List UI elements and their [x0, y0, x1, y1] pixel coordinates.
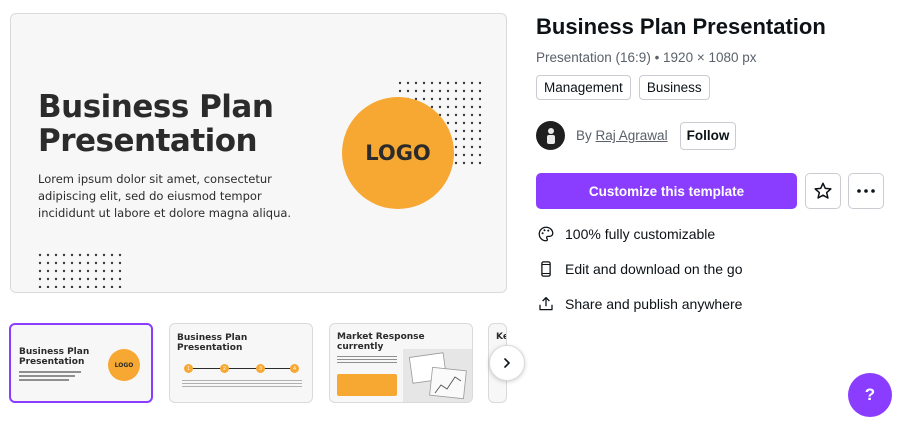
author-byline: By Raj Agrawal	[576, 128, 668, 143]
author-prefix: By	[576, 128, 592, 143]
slide-title: Business Plan Presentation	[38, 89, 274, 159]
step-marker: 1	[184, 364, 193, 373]
thumbnail-text-lines	[19, 371, 81, 383]
customize-template-button[interactable]: Customize this template	[536, 173, 797, 209]
thumbnail-title: Ke	[496, 332, 506, 342]
feature-label: 100% fully customizable	[565, 226, 716, 242]
author-link[interactable]: Raj Agrawal	[596, 128, 668, 143]
thumbnail-text-lines	[337, 356, 397, 365]
slide-body: Lorem ipsum dolor sit amet, consectetur …	[38, 172, 292, 220]
feature-edit-download: Edit and download on the go	[536, 259, 742, 279]
dot-pattern-bottom	[38, 253, 122, 288]
step-marker: 2	[220, 364, 229, 373]
more-options-button[interactable]	[848, 173, 884, 209]
avatar[interactable]	[536, 121, 565, 150]
follow-button[interactable]: Follow	[679, 121, 737, 150]
thumbnail-orange-box	[337, 374, 397, 396]
logo-placeholder: LOGO	[342, 97, 454, 209]
template-title: Business Plan Presentation	[536, 14, 826, 39]
tag-list: Management Business	[536, 75, 710, 100]
more-horizontal-icon	[857, 189, 875, 193]
thumbnail-page-3[interactable]: Market Response currently	[329, 323, 473, 403]
thumbnail-page-1[interactable]: Business Plan Presentation LOGO	[9, 323, 153, 403]
feature-share-publish: Share and publish anywhere	[536, 294, 742, 314]
thumbnail-title: Business Plan Presentation	[177, 333, 248, 353]
feature-label: Edit and download on the go	[565, 261, 743, 277]
author-row: By Raj Agrawal Follow	[536, 121, 737, 150]
palette-icon	[536, 224, 556, 244]
template-meta: Presentation (16:9) • 1920 × 1080 px	[536, 50, 757, 65]
tag-business[interactable]: Business	[638, 75, 710, 100]
thumbnail-page-2[interactable]: Business Plan Presentation 1 2 3 4	[169, 323, 313, 403]
avatar-figure-icon	[546, 127, 555, 144]
star-icon	[814, 182, 832, 199]
thumbnail-title: Business Plan Presentation	[19, 347, 90, 367]
thumbnails-next-button[interactable]	[489, 345, 525, 381]
phone-icon	[536, 259, 556, 279]
paperwork-image-icon	[408, 352, 467, 400]
tag-management[interactable]: Management	[536, 75, 631, 100]
favorite-button[interactable]	[805, 173, 841, 209]
step-marker: 4	[290, 364, 299, 373]
step-marker: 3	[256, 364, 265, 373]
share-icon	[536, 294, 556, 314]
feature-customizable: 100% fully customizable	[536, 224, 715, 244]
help-button[interactable]: ?	[848, 373, 892, 417]
thumbnail-text-lines	[182, 380, 302, 389]
template-preview[interactable]: Business Plan Presentation Lorem ipsum d…	[10, 13, 507, 293]
feature-label: Share and publish anywhere	[565, 296, 743, 312]
thumbnail-image	[403, 349, 472, 402]
thumbnail-logo: LOGO	[108, 349, 140, 381]
chevron-right-icon	[504, 358, 510, 368]
